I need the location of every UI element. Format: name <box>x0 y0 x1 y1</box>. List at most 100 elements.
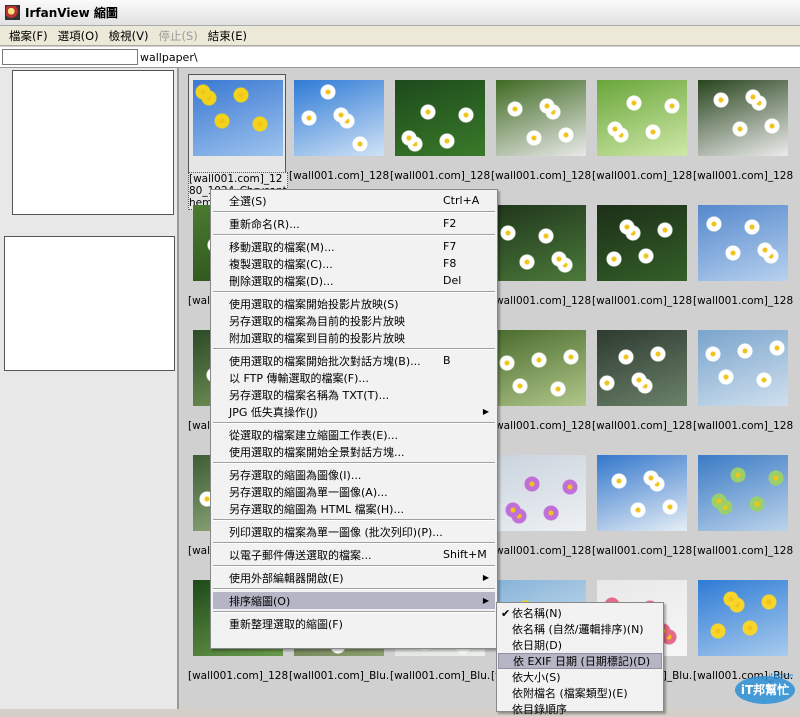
sort-submenu-item[interactable]: 依目錄順序 <box>498 701 662 717</box>
context-menu-item[interactable]: JPG 低失真操作(J) ▶ <box>213 403 495 420</box>
menu-item-label: 以電子郵件傳送選取的檔案... <box>229 548 372 562</box>
context-menu-item[interactable]: 列印選取的檔案為單一圖像 (批次列印)(P)... <box>213 523 495 540</box>
context-menu-item[interactable]: 從選取的檔案建立縮圖工作表(E)... <box>213 426 495 443</box>
context-menu-item[interactable]: 使用外部編輯器開啟(E) ▶ <box>213 569 495 586</box>
context-menu-item[interactable]: 排序縮圖(O) ▶ <box>213 592 495 609</box>
menu-separator <box>213 211 495 213</box>
thumbnail-image <box>496 330 586 406</box>
context-menu-item[interactable]: 附加選取的檔案到目前的投影片放映 <box>213 329 495 346</box>
menu-item-label: 重新命名(R)... <box>229 217 300 231</box>
thumbnail-caption: [wall001.com]_128... <box>491 420 591 432</box>
submenu-item-label: 依大小(S) <box>512 671 561 684</box>
menu-exit[interactable]: 結束(E) <box>203 28 252 44</box>
thumbnail-item[interactable]: [wall001.com]_128... <box>693 449 793 569</box>
menu-item-shortcut: Del <box>443 274 462 287</box>
context-menu-item[interactable]: 使用選取的檔案開始全景對話方塊... <box>213 443 495 460</box>
thumbnail-item[interactable]: [wall001.com]_128... <box>491 324 591 444</box>
menu-item-label: 使用選取的檔案開始全景對話方塊... <box>229 445 405 459</box>
thumbnail-item[interactable]: [wall001.com]_128... <box>491 74 591 194</box>
thumbnail-caption: [wall001.com]_Blu... <box>289 670 389 682</box>
thumbnail-item[interactable]: [wall001.com]_128... <box>491 199 591 319</box>
thumbnail-caption: [wall001.com]_128... <box>693 295 793 307</box>
menu-item-label: 排序縮圖(O) <box>229 594 291 608</box>
thumbnail-item[interactable]: [wall001.com]_128... <box>592 324 692 444</box>
menu-bar: 檔案(F) 選項(O) 檢視(V) 停止(S) 結束(E) <box>0 26 800 46</box>
context-menu-item[interactable]: 刪除選取的檔案(D)... Del <box>213 272 495 289</box>
submenu-item-label: 依附檔名 (檔案類型)(E) <box>512 687 628 700</box>
menu-item-label: 重新整理選取的縮圖(F) <box>229 617 343 631</box>
menu-item-label: 列印選取的檔案為單一圖像 (批次列印)(P)... <box>229 525 443 539</box>
sort-submenu-item[interactable]: ✔ 依名稱(N) <box>498 605 662 621</box>
menu-separator <box>213 565 495 567</box>
thumbnail-item[interactable]: [wall001.com]_128... <box>693 74 793 194</box>
submenu-item-label: 依名稱 (自然/邏輯排序)(N) <box>512 623 644 636</box>
menu-stop[interactable]: 停止(S) <box>153 28 202 44</box>
context-menu-item[interactable]: 以電子郵件傳送選取的檔案... Shift+M <box>213 546 495 563</box>
menu-separator <box>213 291 495 293</box>
menu-item-label: 另存選取的檔案為目前的投影片放映 <box>229 314 405 328</box>
blank-box-lower <box>4 236 175 371</box>
context-menu-item[interactable]: 重新整理選取的縮圖(F) <box>213 615 495 632</box>
menu-options[interactable]: 選項(O) <box>53 28 104 44</box>
thumbnail-item[interactable]: [wall001.com]_128... <box>592 199 692 319</box>
thumbnail-item[interactable]: [wall001.com]_128... <box>693 324 793 444</box>
thumbnail-image <box>597 80 687 156</box>
submenu-item-label: 依 EXIF 日期 (日期標記)(D) <box>513 655 651 668</box>
thumbnail-caption: [wall001.com]_128... <box>491 170 591 182</box>
context-menu-item[interactable]: 另存選取的檔案名稱為 TXT(T)... <box>213 386 495 403</box>
menu-separator <box>213 348 495 350</box>
menu-item-label: 附加選取的檔案到目前的投影片放映 <box>229 331 405 345</box>
context-menu-item[interactable]: 複製選取的檔案(C)... F8 <box>213 255 495 272</box>
submenu-arrow-icon: ▶ <box>482 596 489 605</box>
menu-item-label: 移動選取的檔案(M)... <box>229 240 335 254</box>
thumbnail-item[interactable]: [wall001.com]_128... <box>693 199 793 319</box>
check-icon: ✔ <box>501 606 511 620</box>
sort-submenu-item[interactable]: 依 EXIF 日期 (日期標記)(D) <box>498 653 662 669</box>
thumbnail-image <box>395 80 485 156</box>
sort-submenu-item[interactable]: 依附檔名 (檔案類型)(E) <box>498 685 662 701</box>
context-menu-item[interactable]: 以 FTP 傳輸選取的檔案(F)... <box>213 369 495 386</box>
context-menu-item[interactable]: 另存選取的檔案為目前的投影片放映 <box>213 312 495 329</box>
context-menu-item[interactable]: 另存選取的縮圖為圖像(I)... <box>213 466 495 483</box>
context-menu-item[interactable]: 另存選取的縮圖為單一圖像(A)... <box>213 483 495 500</box>
thumbnail-caption: [wall001.com]_128... <box>289 170 389 182</box>
thumbnail-item[interactable]: [wall001.com]_128... <box>491 449 591 569</box>
menu-item-shortcut: F7 <box>443 240 457 253</box>
context-menu-item[interactable]: 重新命名(R)... F2 <box>213 215 495 232</box>
context-menu-item[interactable]: 使用選取的檔案開始投影片放映(S) <box>213 295 495 312</box>
thumbnail-item[interactable]: [wall001.com]_128... <box>390 74 490 194</box>
thumbnail-image <box>698 205 788 281</box>
folder-tree-pane[interactable]: wallpaper <box>0 68 179 709</box>
thumbnail-item[interactable]: [wall001.com]_128... <box>289 74 389 194</box>
menu-item-shortcut: Ctrl+A <box>443 194 480 207</box>
sort-submenu: ✔ 依名稱(N) 依名稱 (自然/邏輯排序)(N) 依日期(D) 依 EXIF 日期 (… <box>496 602 664 716</box>
thumbnail-item[interactable]: [wall001.com]_1280_1024_Chrysanthemum_f <box>188 74 288 210</box>
thumbnail-image <box>597 455 687 531</box>
thumbnail-image <box>597 330 687 406</box>
menu-separator <box>213 611 495 613</box>
thumbnail-caption: [wall001.com]_128... <box>592 420 692 432</box>
sort-submenu-item[interactable]: 依日期(D) <box>498 637 662 653</box>
path-text: wallpaper\ <box>140 51 198 64</box>
thumbnail-image <box>294 80 384 156</box>
submenu-item-label: 依日期(D) <box>512 639 563 652</box>
thumbnail-caption: [wall001.com]_128... <box>592 295 692 307</box>
thumbnail-caption: [wall001.com]_128... <box>491 295 591 307</box>
menu-separator <box>213 234 495 236</box>
path-input[interactable] <box>2 49 138 65</box>
context-menu-item[interactable]: 全選(S) Ctrl+A <box>213 192 495 209</box>
sort-submenu-item[interactable]: 依大小(S) <box>498 669 662 685</box>
thumbnail-item[interactable]: [wall001.com]_128... <box>592 449 692 569</box>
context-menu-item[interactable]: 使用選取的檔案開始批次對話方塊(B)... B <box>213 352 495 369</box>
menu-file[interactable]: 檔案(F) <box>4 28 53 44</box>
thumbnail-image <box>496 205 586 281</box>
menu-separator <box>213 542 495 544</box>
menu-view[interactable]: 檢視(V) <box>104 28 154 44</box>
thumbnail-caption: [wall001.com]_128... <box>592 545 692 557</box>
context-menu-item[interactable]: 移動選取的檔案(M)... F7 <box>213 238 495 255</box>
sort-submenu-item[interactable]: 依名稱 (自然/邏輯排序)(N) <box>498 621 662 637</box>
svg-text:iT邦幫忙: iT邦幫忙 <box>741 682 789 697</box>
context-menu-item[interactable]: 另存選取的縮圖為 HTML 檔案(H)... <box>213 500 495 517</box>
thumbnail-item[interactable]: [wall001.com]_128... <box>592 74 692 194</box>
thumbnail-caption: [wall001.com]_128... <box>491 545 591 557</box>
